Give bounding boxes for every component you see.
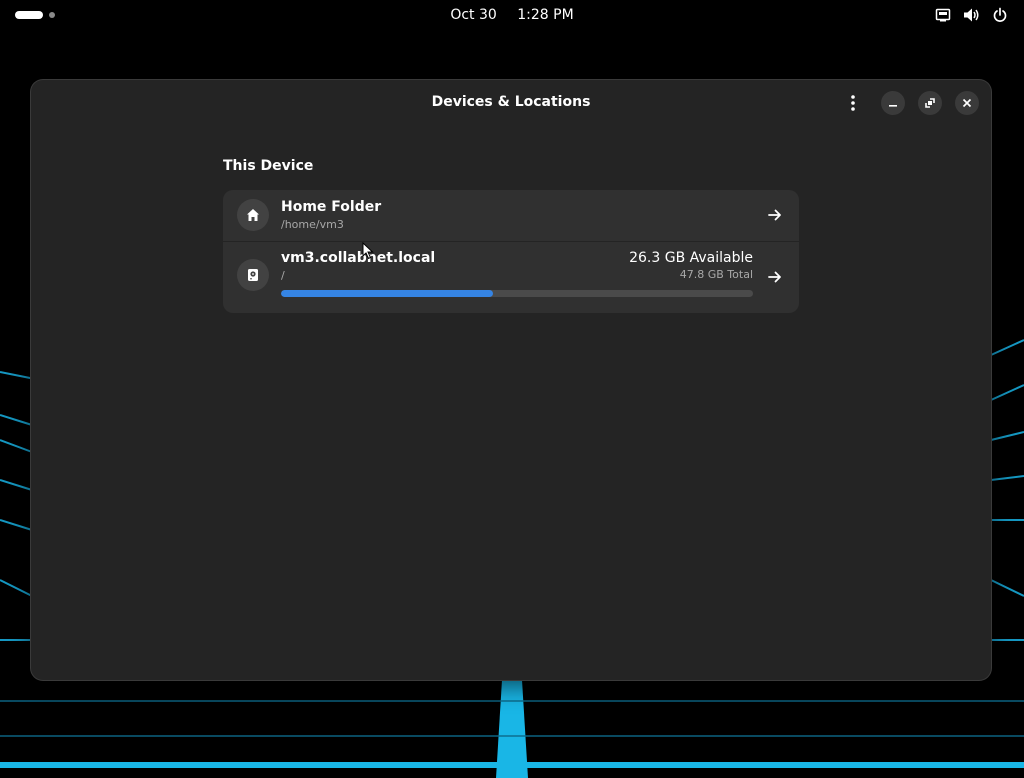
- location-row-root-drive[interactable]: vm3.collabnet.local / 26.3 GB Available …: [223, 242, 799, 313]
- location-row-home[interactable]: Home Folder /home/vm3: [223, 190, 799, 241]
- usage-bar-fill: [281, 290, 494, 297]
- arrow-right-icon: [768, 271, 781, 283]
- close-button[interactable]: [955, 91, 979, 115]
- space-available: 26.3 GB Available: [629, 250, 753, 266]
- clock-date[interactable]: Oct 30: [450, 7, 496, 23]
- power-icon[interactable]: [992, 7, 1008, 23]
- volume-icon[interactable]: [963, 7, 980, 23]
- maximize-button[interactable]: [918, 91, 942, 115]
- top-bar: Oct 30 1:28 PM: [0, 0, 1024, 32]
- kebab-menu-icon: [851, 95, 855, 111]
- clock: Oct 30 1:28 PM: [0, 7, 1024, 23]
- location-path: /: [281, 269, 285, 282]
- locations-list: Home Folder /home/vm3 vm3.collabnet.loca…: [223, 190, 799, 313]
- header-bar[interactable]: Devices & Locations: [31, 80, 991, 126]
- space-total: 47.8 GB Total: [679, 268, 753, 281]
- restore-icon: [925, 98, 935, 108]
- home-icon-badge: [237, 199, 269, 231]
- clock-time[interactable]: 1:28 PM: [517, 7, 573, 23]
- minimize-icon: [889, 105, 897, 107]
- activities-button[interactable]: [15, 11, 55, 19]
- location-path: /home/vm3: [281, 218, 344, 231]
- home-icon: [247, 209, 259, 221]
- mouse-pointer-icon: [362, 242, 374, 260]
- arrow-right-icon: [768, 209, 781, 221]
- close-icon: [962, 98, 972, 108]
- drive-icon: [248, 269, 258, 281]
- workspace-indicator-active: [15, 11, 43, 19]
- section-title: This Device: [223, 158, 314, 174]
- drive-icon-badge: [237, 259, 269, 291]
- minimize-button[interactable]: [881, 91, 905, 115]
- main-menu-button[interactable]: [841, 91, 865, 115]
- location-name: Home Folder: [281, 199, 382, 215]
- location-name: vm3.collabnet.local: [281, 250, 436, 266]
- usage-bar: [281, 290, 753, 297]
- system-tray[interactable]: [935, 7, 1008, 23]
- workspace-indicator: [49, 12, 55, 18]
- network-icon[interactable]: [935, 7, 951, 23]
- devices-locations-window: Devices & Locations This Device Home Fol…: [31, 80, 991, 680]
